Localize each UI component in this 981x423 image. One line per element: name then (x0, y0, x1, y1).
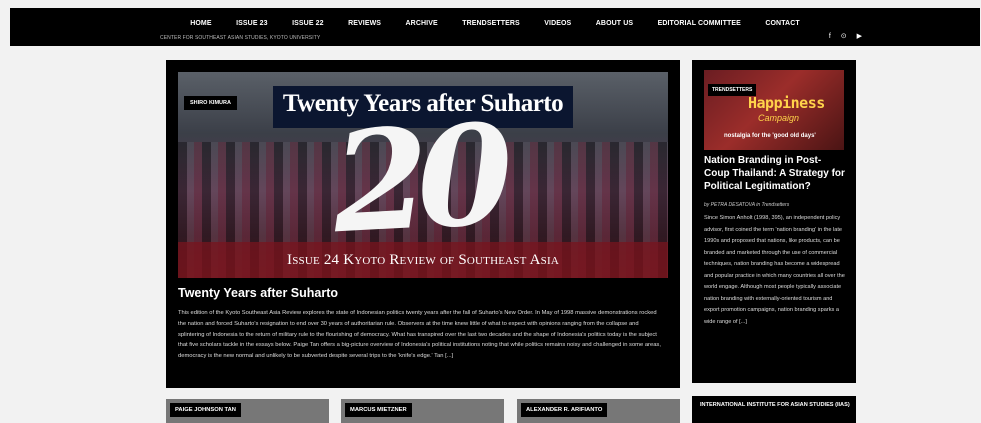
featured-image[interactable]: Twenty Years after Suharto 20 Issue 24 K… (178, 72, 668, 278)
author-card-2[interactable]: MARCUS MIETZNER (341, 399, 504, 423)
top-navigation-bar: HOME ISSUE 23 ISSUE 22 REVIEWS ARCHIVE T… (10, 8, 980, 46)
nav-issue-23[interactable]: ISSUE 23 (236, 20, 268, 27)
author-name[interactable]: MARCUS MIETZNER (345, 403, 412, 417)
image-number: 20 (328, 92, 506, 265)
iias-widget: INTERNATIONAL INSTITUTE FOR ASIAN STUDIE… (692, 396, 856, 423)
featured-title-link[interactable]: Twenty Years after Suharto (178, 286, 338, 300)
nav-issue-22[interactable]: ISSUE 22 (292, 20, 324, 27)
author-name[interactable]: PAIGE JOHNSON TAN (170, 403, 241, 417)
sidebar-article-title[interactable]: Nation Branding in Post-Coup Thailand: A… (704, 154, 846, 193)
nav-archive[interactable]: ARCHIVE (406, 20, 438, 27)
thumbnail-caption: nostalgia for the 'good old days' (724, 133, 816, 139)
pinterest-icon[interactable]: ⊙ (841, 33, 847, 40)
nav-videos[interactable]: VIDEOS (544, 20, 571, 27)
featured-excerpt: This edition of the Kyoto Southeast Asia… (178, 310, 661, 360)
nav-editorial-committee[interactable]: EDITORIAL COMMITTEE (658, 20, 741, 27)
widget-title[interactable]: INTERNATIONAL INSTITUTE FOR ASIAN STUDIE… (700, 401, 850, 409)
facebook-icon[interactable]: f (829, 33, 831, 40)
featured-article: Twenty Years after Suharto 20 Issue 24 K… (166, 60, 680, 388)
author-card-1[interactable]: PAIGE JOHNSON TAN (166, 399, 329, 423)
sidebar-byline[interactable]: by PETRA DESATOVA in Trendsetters (704, 202, 789, 208)
site-tagline: CENTER FOR SOUTHEAST ASIAN STUDIES, KYOT… (160, 35, 321, 41)
thumbnail-heading: Happiness (748, 94, 825, 112)
author-tag[interactable]: SHIRO KIMURA (184, 96, 237, 110)
social-links: f ⊙ ▶ (821, 32, 862, 40)
image-issue-caption: Issue 24 Kyoto Review of Southeast Asia (287, 252, 559, 268)
youtube-icon[interactable]: ▶ (857, 33, 862, 40)
nav-reviews[interactable]: REVIEWS (348, 20, 381, 27)
thumbnail-subheading: Campaign (758, 113, 800, 123)
sidebar-excerpt: Since Simon Anholt (1998, 395), an indep… (704, 215, 845, 325)
nav-about-us[interactable]: ABOUT US (596, 20, 633, 27)
nav-contact[interactable]: CONTACT (765, 20, 799, 27)
author-card-3[interactable]: ALEXANDER R. ARIFIANTO (517, 399, 680, 423)
nav-home[interactable]: HOME (190, 20, 211, 27)
author-name[interactable]: ALEXANDER R. ARIFIANTO (521, 403, 608, 417)
trendsetter-thumbnail[interactable]: TRENDSETTERS Happiness Campaign nostalgi… (704, 70, 844, 150)
trendsetters-sidebar: TRENDSETTERS Happiness Campaign nostalgi… (692, 60, 856, 383)
main-menu: HOME ISSUE 23 ISSUE 22 REVIEWS ARCHIVE T… (10, 12, 980, 30)
nav-trendsetters[interactable]: TRENDSETTERS (462, 20, 520, 27)
